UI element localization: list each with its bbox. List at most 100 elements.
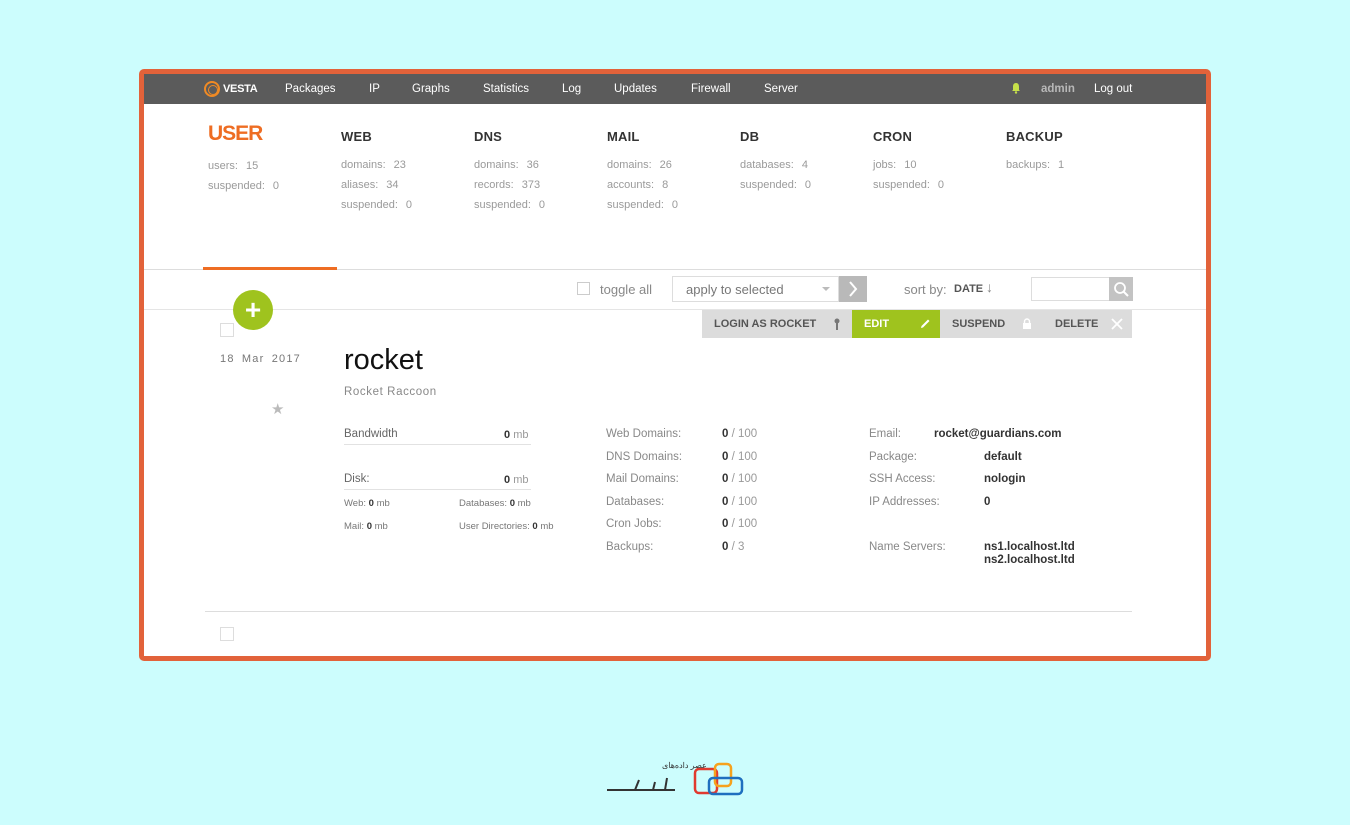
divider [205, 611, 1132, 612]
stat-row: records: 373 [474, 179, 541, 191]
toggle-all-label[interactable]: toggle all [600, 282, 652, 297]
vesta-logo-icon [204, 81, 220, 97]
stat-title: BACKUP [1006, 129, 1063, 144]
stat-row: suspended: 0 [873, 179, 945, 191]
package-value: default [984, 451, 1022, 463]
top-nav: VESTA Packages IP Graphs Statistics Log … [144, 74, 1206, 104]
disk-value: 0 mb [504, 474, 529, 486]
stat-row: domains: 26 [607, 159, 672, 171]
edit-label: EDIT [864, 318, 890, 330]
logo-text: VESTA [223, 83, 258, 95]
nav-logout[interactable]: Log out [1094, 83, 1132, 95]
stat-title: DNS [474, 129, 503, 144]
package-label: Package: [869, 451, 917, 463]
stat-web[interactable]: WEB domains: 23 aliases: 34 suspended: 0 [341, 129, 412, 213]
stat-title: MAIL [607, 129, 640, 144]
limit-label: Mail Domains: [606, 473, 679, 485]
star-icon[interactable]: ★ [271, 400, 284, 418]
stat-title: USER [208, 122, 263, 145]
bandwidth-label: Bandwidth [344, 428, 398, 440]
nav-ip[interactable]: IP [369, 83, 380, 95]
stat-dns[interactable]: DNS domains: 36 records: 373 suspended: 0 [474, 129, 545, 213]
row-checkbox[interactable] [220, 323, 234, 337]
disk-databases-usage: Databases: 0 mb [459, 498, 531, 509]
limit-value: 0 / 100 [722, 496, 758, 508]
stat-title: DB [740, 129, 760, 144]
apply-select-value: apply to selected [686, 282, 784, 297]
edit-button[interactable]: EDIT [852, 310, 940, 338]
active-tab-indicator [203, 267, 337, 270]
stat-row: domains: 23 [341, 159, 406, 171]
disk-web-usage: Web: 0 mb [344, 498, 390, 509]
nav-log[interactable]: Log [562, 83, 581, 95]
disk-mail-usage: Mail: 0 mb [344, 521, 388, 532]
name-servers-label: Name Servers: [869, 541, 946, 553]
limit-value: 0 / 100 [722, 428, 758, 440]
limit-label: DNS Domains: [606, 451, 683, 463]
apply-go-button[interactable] [839, 276, 867, 302]
stat-row: databases: 4 [740, 159, 808, 171]
limit-value: 0 / 3 [722, 541, 745, 553]
stat-db[interactable]: DB databases: 4 suspended: 0 [740, 129, 811, 193]
disk-userdirs-usage: User Directories: 0 mb [459, 521, 554, 532]
stat-title: WEB [341, 129, 372, 144]
stat-row: suspended: 0 [607, 199, 679, 211]
pencil-icon [921, 319, 930, 328]
ssh-access-value: nologin [984, 473, 1026, 485]
limit-label: Cron Jobs: [606, 518, 662, 530]
stat-row: suspended: 0 [208, 180, 280, 192]
stat-row: aliases: 34 [341, 179, 399, 191]
stat-cron[interactable]: CRON jobs: 10 suspended: 0 [873, 129, 944, 193]
stat-mail[interactable]: MAIL domains: 26 accounts: 8 suspended: 0 [607, 129, 678, 213]
stat-row: suspended: 0 [341, 199, 413, 211]
limit-label: Databases: [606, 496, 665, 508]
bandwidth-value: 0 mb [504, 429, 529, 441]
limit-label: Backups: [606, 541, 654, 553]
stat-row: domains: 36 [474, 159, 539, 171]
nav-updates[interactable]: Updates [614, 83, 657, 95]
limit-label: Web Domains: [606, 428, 682, 440]
suspend-button[interactable]: SUSPEND [940, 310, 1042, 338]
vesta-logo[interactable]: VESTA [204, 81, 258, 97]
disk-label: Disk: [344, 473, 370, 485]
name-server-1: ns1.localhost.ltd [984, 541, 1075, 553]
nav-graphs[interactable]: Graphs [412, 83, 450, 95]
email-value: rocket@guardians.com [934, 428, 1062, 440]
search-input[interactable] [1031, 277, 1110, 301]
app-window: VESTA Packages IP Graphs Statistics Log … [139, 69, 1211, 661]
name-server-2: ns2.localhost.ltd [984, 554, 1075, 566]
chevron-down-icon [822, 287, 830, 291]
bell-icon[interactable] [1011, 82, 1021, 94]
nav-user-admin[interactable]: admin [1041, 83, 1075, 95]
limit-value: 0 / 100 [722, 473, 758, 485]
suspend-label: SUSPEND [952, 318, 1006, 330]
add-user-button[interactable]: + [233, 290, 273, 330]
delete-label: DELETE [1055, 318, 1099, 330]
delete-button[interactable]: DELETE [1042, 310, 1132, 338]
stat-backup[interactable]: BACKUP backups: 1 [1006, 129, 1064, 173]
search-icon [1114, 282, 1129, 297]
toggle-all-checkbox[interactable] [577, 282, 590, 295]
key-icon [834, 318, 840, 330]
ip-addresses-label: IP Addresses: [869, 496, 940, 508]
nav-packages[interactable]: Packages [285, 83, 336, 95]
bandwidth-bar [344, 444, 531, 445]
ip-addresses-value: 0 [984, 496, 991, 508]
email-label: Email: [869, 428, 901, 440]
limit-value: 0 / 100 [722, 518, 758, 530]
username[interactable]: rocket [344, 344, 423, 377]
sort-by-label: sort by: [904, 282, 947, 297]
nav-server[interactable]: Server [764, 83, 798, 95]
nav-firewall[interactable]: Firewall [691, 83, 731, 95]
sort-by-value[interactable]: DATE [954, 283, 983, 295]
row-checkbox[interactable] [220, 627, 234, 641]
apply-to-selected-select[interactable]: apply to selected [672, 276, 839, 302]
disk-bar [344, 489, 531, 490]
stat-title: CRON [873, 129, 913, 144]
login-as-button[interactable]: LOGIN AS ROCKET [702, 310, 852, 338]
stat-user[interactable]: USER users: 15 suspended: 0 [208, 122, 280, 194]
sort-direction-icon[interactable]: ↓ [986, 279, 993, 295]
lock-icon [1023, 318, 1031, 329]
search-button[interactable] [1109, 277, 1133, 301]
nav-statistics[interactable]: Statistics [483, 83, 529, 95]
